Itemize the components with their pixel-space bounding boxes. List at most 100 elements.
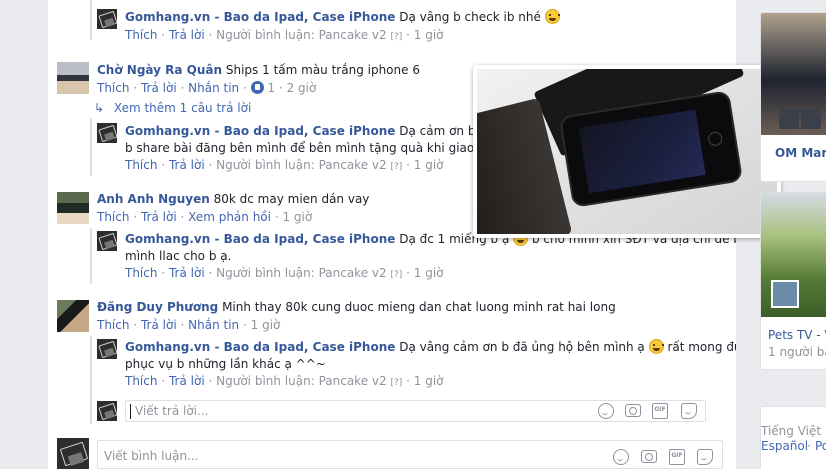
card-title[interactable]: OM Mark	[775, 145, 826, 161]
help-link[interactable]: [?]	[390, 270, 402, 280]
text-caret	[130, 404, 131, 419]
timestamp[interactable]: 2 giờ	[287, 81, 317, 95]
phone-screen	[578, 109, 706, 194]
help-link[interactable]: [?]	[390, 162, 402, 172]
like-link[interactable]: Thích	[125, 158, 157, 172]
view-more-replies[interactable]: ↳ Xem thêm 1 câu trả lời	[94, 100, 251, 116]
view-more-replies-link[interactable]: Xem thêm 1 câu trả lời	[114, 101, 251, 115]
page-avatar[interactable]	[97, 9, 117, 29]
like-link[interactable]: Thích	[125, 28, 157, 42]
like-reaction-icon[interactable]	[250, 81, 264, 94]
page-avatar[interactable]	[97, 231, 117, 251]
like-link[interactable]: Thích	[97, 318, 129, 332]
like-count[interactable]: 1	[267, 81, 275, 95]
suggestion-card[interactable]: OM Mark	[760, 12, 826, 182]
page-avatar[interactable]	[97, 123, 117, 143]
home-button	[707, 130, 724, 147]
timestamp[interactable]: 1 giờ	[414, 158, 444, 172]
reply-link[interactable]: Trả lời	[141, 210, 177, 224]
timestamp[interactable]: 1 giờ	[414, 28, 444, 42]
camera-icon[interactable]	[641, 450, 657, 463]
camera-icon[interactable]	[625, 404, 641, 417]
timestamp[interactable]: 1 giờ	[251, 318, 281, 332]
emoji-icon[interactable]	[598, 403, 614, 419]
commenter-label: Người bình luận:	[216, 158, 315, 172]
page-name-link[interactable]: Gomhang.vn - Bao da Ipad, Case iPhone	[125, 232, 395, 246]
page-avatar	[57, 438, 89, 469]
card-title[interactable]: Pets TV - V	[768, 327, 826, 343]
member-thumbnails	[779, 109, 821, 129]
commenter-name-link[interactable]: Chờ Ngày Ra Quân	[97, 63, 222, 77]
comment-actions: Thích · Trả lời · Nhắn tin · 1 · 2 giờ	[97, 81, 317, 95]
comment-actions: Thích · Trả lời · Xem phản hồi · 1 giờ	[97, 210, 313, 224]
timestamp[interactable]: 1 giờ	[414, 266, 444, 280]
reply-link[interactable]: Trả lời	[141, 318, 177, 332]
reply-text-continued: phục vụ b những lần khác ạ ^^~	[125, 357, 326, 371]
page-name-link[interactable]: Gomhang.vn - Bao da Ipad, Case iPhone	[125, 124, 395, 138]
commenter-avatar[interactable]	[57, 192, 89, 224]
language-link-es[interactable]: Español	[761, 438, 808, 454]
timestamp[interactable]: 1 giờ	[282, 210, 312, 224]
sticker-icon[interactable]	[697, 449, 713, 465]
suggestion-card[interactable]: Pets TV - V 1 người bạn	[760, 192, 826, 370]
thread-line	[90, 118, 92, 176]
message-link[interactable]: Nhắn tin	[188, 318, 239, 332]
like-link[interactable]: Thích	[97, 81, 129, 95]
like-link[interactable]: Thích	[125, 374, 157, 388]
reply-link[interactable]: Trả lời	[141, 81, 177, 95]
comment-actions: Thích · Trả lời · Nhắn tin · 1 giờ	[97, 318, 281, 332]
comment-input[interactable]: Viết bình luận... GIF	[97, 440, 723, 469]
reply-text: Dạ vâng cảm ơn b đã ủng hộ bên mình ạ	[399, 340, 645, 354]
page-name-link[interactable]: Gomhang.vn - Bao da Ipad, Case iPhone	[125, 340, 395, 354]
smile-emoji-icon	[648, 339, 664, 354]
card-meta: 1 người bạn	[768, 345, 826, 359]
like-link[interactable]: Thích	[125, 266, 157, 280]
reply-actions: Thích · Trả lời · Người bình luận: Panca…	[125, 266, 444, 280]
gif-icon[interactable]: GIF	[652, 403, 668, 419]
see-feedback-link[interactable]: Xem phản hồi	[188, 210, 271, 224]
page-avatar	[97, 401, 117, 421]
reply-link[interactable]: Trả lời	[169, 28, 205, 42]
thread-line	[90, 228, 92, 284]
commenter-avatar[interactable]	[57, 62, 89, 94]
emoji-icon[interactable]	[613, 449, 629, 465]
reply-text: Dạ vâng b check ib nhé	[399, 10, 541, 24]
reply-actions: Thích · Trả lời · Người bình luận: Panca…	[125, 158, 444, 172]
right-column: OM Mark Pets TV - V 1 người bạn Tiếng Vi…	[749, 0, 826, 469]
separator: ·	[807, 439, 811, 453]
page-avatar	[771, 280, 799, 308]
reply-link[interactable]: Trả lời	[169, 158, 205, 172]
comment-body: Đăng Duy Phương Minh thay 80k cung duoc …	[97, 299, 616, 315]
commenter-name-link[interactable]: Đăng Duy Phương	[97, 300, 218, 314]
reply-input[interactable]: Viết trả lời... GIF	[125, 400, 706, 422]
product-photo	[477, 69, 777, 234]
reply-body: Gomhang.vn - Bao da Ipad, Case iPhone Dạ…	[125, 9, 560, 25]
reply-text: Dạ cảm ơn b	[399, 124, 476, 138]
message-link[interactable]: Nhắn tin	[188, 81, 239, 95]
timestamp[interactable]: 1 giờ	[414, 374, 444, 388]
help-link[interactable]: [?]	[390, 378, 402, 388]
reply-body: Gomhang.vn - Bao da Ipad, Case iPhone Dạ…	[125, 123, 493, 139]
help-link[interactable]: [?]	[390, 32, 402, 42]
reply-actions: Thích · Trả lời · Người bình luận: Panca…	[125, 374, 444, 388]
commenter-name-link[interactable]: Anh Anh Nguyen	[97, 192, 210, 206]
reply-text-continued: mình llac cho b ạ.	[125, 249, 232, 263]
tool-name: Pancake v2	[318, 266, 387, 280]
reply-body: Gomhang.vn - Bao da Ipad, Case iPhone Dạ…	[125, 339, 736, 355]
gif-icon[interactable]: GIF	[669, 449, 685, 465]
reply-link[interactable]: Trả lời	[169, 374, 205, 388]
page-name-link[interactable]: Gomhang.vn - Bao da Ipad, Case iPhone	[125, 10, 395, 24]
reply-link[interactable]: Trả lời	[169, 266, 205, 280]
language-link-po[interactable]: Po	[815, 438, 826, 454]
reply-arrow-icon: ↳	[94, 101, 105, 115]
commenter-avatar[interactable]	[57, 300, 89, 332]
sticker-icon[interactable]	[681, 403, 697, 419]
comment-text: Ships 1 tấm màu trắng iphone 6	[225, 63, 420, 77]
photo-hover-preview[interactable]	[473, 65, 781, 238]
tool-name: Pancake v2	[318, 374, 387, 388]
like-link[interactable]: Thích	[97, 210, 129, 224]
reply-text-b: rất mong được	[667, 340, 736, 354]
thread-line	[90, 336, 92, 424]
language-card: Tiếng Việt Español · Po	[760, 406, 826, 469]
page-avatar[interactable]	[97, 339, 117, 359]
